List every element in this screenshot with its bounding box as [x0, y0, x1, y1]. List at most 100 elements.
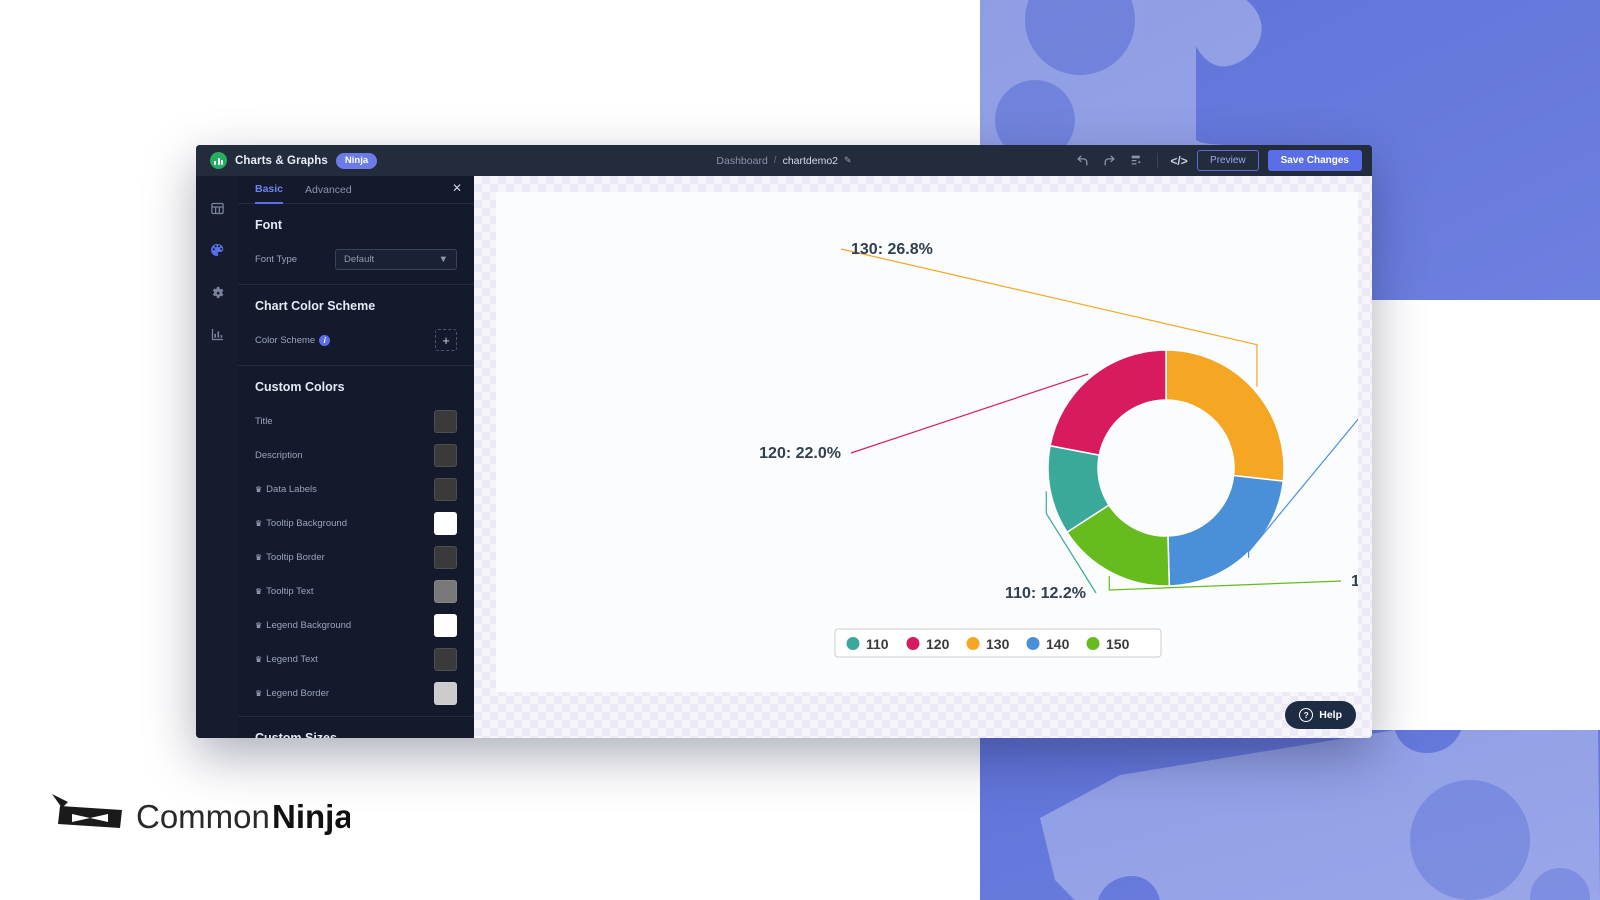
section-title-custom-sizes: Custom Sizes: [238, 717, 474, 738]
color-swatch[interactable]: [434, 410, 457, 433]
row-label-text: Data Labels: [266, 484, 317, 495]
font-type-value: Default: [344, 254, 374, 265]
tab-basic[interactable]: Basic: [255, 176, 283, 204]
color-swatch[interactable]: [434, 682, 457, 705]
row-label: Title: [255, 416, 273, 427]
question-circle-icon: ?: [1299, 708, 1313, 722]
preview-button[interactable]: Preview: [1197, 150, 1259, 171]
legend-marker[interactable]: [967, 637, 980, 650]
legend-label[interactable]: 150: [1106, 636, 1130, 652]
legend-label[interactable]: 120: [926, 636, 950, 652]
data-label: 150: 16.3%: [1351, 573, 1358, 590]
legend-label[interactable]: 140: [1046, 636, 1070, 652]
crown-icon: ♛: [255, 621, 262, 630]
color-swatch[interactable]: [434, 648, 457, 671]
legend-marker[interactable]: [1087, 637, 1100, 650]
row-label: Font Type: [255, 254, 297, 265]
color-swatch[interactable]: [434, 512, 457, 535]
donut-slice[interactable]: [1050, 350, 1166, 455]
legend-marker[interactable]: [907, 637, 920, 650]
legend-label[interactable]: 110: [866, 636, 889, 652]
data-label: 130: 26.8%: [851, 241, 933, 258]
row-label: ♛ Tooltip Text: [255, 586, 314, 597]
row-label: ♛ Tooltip Border: [255, 552, 325, 563]
row-custom-color[interactable]: Description: [238, 438, 474, 472]
pencil-icon[interactable]: ✎: [844, 155, 852, 166]
app-title: Charts & Graphs: [235, 155, 328, 167]
tab-advanced[interactable]: Advanced: [305, 177, 352, 203]
row-label: ♛ Legend Border: [255, 688, 329, 699]
color-swatch[interactable]: [434, 546, 457, 569]
chart-icon[interactable]: [207, 324, 227, 344]
crown-icon: ♛: [255, 689, 262, 698]
code-brackets-icon[interactable]: </>: [1170, 152, 1188, 170]
custom-colors-list: Title Description ♛ Data Labels ♛Tooltip Bac…: [238, 404, 474, 710]
crown-icon: ♛: [255, 587, 262, 596]
data-label: 110: 12.2%: [1005, 585, 1086, 602]
crown-icon: ♛: [255, 553, 262, 562]
color-swatch[interactable]: [434, 478, 457, 501]
row-label-text: Description: [255, 450, 303, 461]
row-label: ♛Tooltip Background: [255, 518, 347, 529]
help-button[interactable]: ? Help: [1285, 701, 1356, 729]
panel-tabs: Basic Advanced ✕: [238, 176, 474, 204]
undo-icon[interactable]: [1073, 152, 1091, 170]
crown-icon: ♛: [255, 485, 262, 494]
info-icon[interactable]: i: [319, 335, 330, 346]
bar-chart-icon: [210, 152, 227, 169]
row-color-scheme[interactable]: Color Scheme i +: [238, 323, 474, 357]
row-label-text: Tooltip Text: [266, 586, 313, 597]
crown-icon: ♛: [255, 519, 262, 528]
ninja-mask-icon: [52, 794, 122, 828]
save-changes-button[interactable]: Save Changes: [1268, 150, 1362, 171]
row-custom-color[interactable]: ♛ Legend Border: [238, 676, 474, 710]
row-label-text: Title: [255, 416, 273, 427]
gear-icon[interactable]: [207, 282, 227, 302]
row-label: ♛Legend Background: [255, 620, 351, 631]
add-color-scheme-button[interactable]: +: [435, 329, 457, 351]
color-swatch[interactable]: [434, 614, 457, 637]
row-label-text: Legend Border: [266, 688, 329, 699]
donut-chart[interactable]: 130: 26.8%140: 22.8%150: 16.3%110: 12.2%…: [496, 192, 1358, 692]
row-custom-color[interactable]: Title: [238, 404, 474, 438]
app-window: Charts & Graphs Ninja Dashboard / chartd…: [196, 145, 1372, 738]
row-custom-color[interactable]: ♛ Tooltip Text: [238, 574, 474, 608]
breadcrumb-current[interactable]: chartdemo2: [783, 155, 838, 167]
donut-slice[interactable]: [1166, 350, 1284, 481]
plan-badge: Ninja: [336, 153, 377, 169]
logo-text-light: Common: [136, 798, 270, 835]
row-label-text: Legend Text: [266, 654, 318, 665]
toolbar-divider: [1157, 153, 1158, 168]
row-label: Description: [255, 450, 303, 461]
preview-canvas: 130: 26.8%140: 22.8%150: 16.3%110: 12.2%…: [474, 176, 1372, 738]
legend-marker[interactable]: [847, 637, 860, 650]
breadcrumb-separator: /: [774, 155, 777, 166]
legend-marker[interactable]: [1027, 637, 1040, 650]
chevron-down-icon: ▼: [439, 254, 448, 265]
section-title-custom-colors: Custom Colors: [238, 366, 474, 404]
palette-icon[interactable]: [207, 240, 227, 260]
font-type-select[interactable]: Default ▼: [335, 249, 457, 270]
help-label: Help: [1319, 709, 1342, 721]
brand: Charts & Graphs Ninja: [196, 152, 377, 169]
layout-icon[interactable]: [207, 198, 227, 218]
color-swatch[interactable]: [434, 580, 457, 603]
format-paint-icon[interactable]: [1127, 152, 1145, 170]
close-icon[interactable]: ✕: [452, 182, 462, 194]
row-custom-color[interactable]: ♛Legend Background: [238, 608, 474, 642]
redo-icon[interactable]: [1100, 152, 1118, 170]
row-label: ♛ Data Labels: [255, 484, 317, 495]
breadcrumb-root[interactable]: Dashboard: [716, 155, 767, 167]
row-custom-color[interactable]: ♛ Data Labels: [238, 472, 474, 506]
legend-label[interactable]: 130: [986, 636, 1010, 652]
row-label-text: Tooltip Border: [266, 552, 325, 563]
section-title-font: Font: [238, 204, 474, 242]
settings-panel: Basic Advanced ✕ Font Font Type Default …: [238, 176, 474, 738]
row-custom-color[interactable]: ♛ Tooltip Border: [238, 540, 474, 574]
commonninja-logo: Common Ninja: [50, 788, 350, 840]
color-swatch[interactable]: [434, 444, 457, 467]
row-custom-color[interactable]: ♛Legend Text: [238, 642, 474, 676]
icon-rail: [196, 176, 238, 738]
row-custom-color[interactable]: ♛Tooltip Background: [238, 506, 474, 540]
row-font-type[interactable]: Font Type Default ▼: [238, 242, 474, 276]
